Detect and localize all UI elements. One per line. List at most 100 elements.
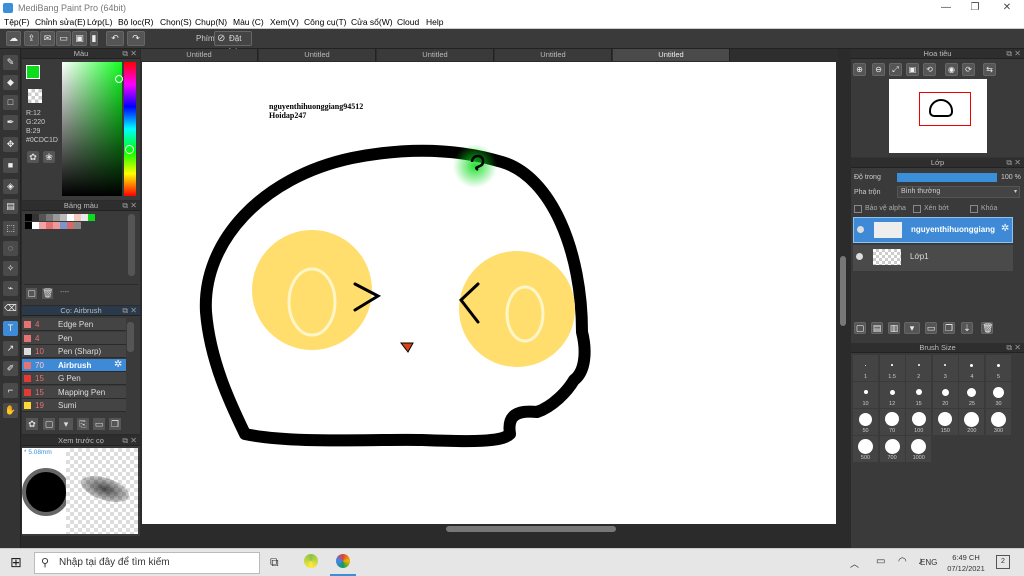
menu-edit[interactable]: Chỉnh sửa(E) xyxy=(35,17,86,27)
new-palette-icon[interactable]: ▢ xyxy=(26,288,37,299)
palette-swatch[interactable] xyxy=(67,214,74,221)
protect-alpha-checkbox[interactable] xyxy=(854,205,862,213)
panel-menu-icon[interactable]: ⧉ ✕ xyxy=(122,436,137,446)
stepper-icon[interactable]: ▮ xyxy=(90,31,98,46)
brush-size-cell[interactable]: 30 xyxy=(986,382,1011,408)
foreground-color[interactable] xyxy=(26,65,40,79)
brush-size-cell[interactable]: 50 xyxy=(853,409,878,435)
layer-row[interactable]: Lớp1 xyxy=(853,245,1013,271)
palette-icon[interactable]: ✿ xyxy=(27,151,39,163)
add-brush-icon[interactable]: ▾ xyxy=(59,418,73,430)
gear-icon[interactable]: ✲ xyxy=(1001,223,1009,234)
brush-scrollbar[interactable] xyxy=(127,322,134,352)
actual-size-icon[interactable]: ▣ xyxy=(906,63,919,76)
palette-swatch[interactable] xyxy=(53,222,60,229)
copy-brush-icon[interactable]: ❐ xyxy=(109,418,121,430)
menu-layer[interactable]: Lớp(L) xyxy=(87,17,112,27)
monitor-icon[interactable]: ▭ xyxy=(56,31,71,46)
clock[interactable]: 6:49 CH 07/12/2021 xyxy=(946,552,986,574)
lasso-icon[interactable]: ◌ xyxy=(3,241,18,256)
lang-indicator[interactable]: ENG xyxy=(920,558,937,567)
windows-start-icon[interactable]: ⊞ xyxy=(10,555,22,569)
brush-item[interactable]: 19 Sumi xyxy=(22,399,126,412)
menu-view[interactable]: Xem(V) xyxy=(270,17,299,27)
eraser-tool-icon[interactable]: ◆ xyxy=(3,75,18,90)
network-icon[interactable]: ▭ xyxy=(876,556,885,567)
menu-help[interactable]: Help xyxy=(426,17,443,27)
brush-size-cell[interactable]: 1000 xyxy=(906,436,932,462)
delete-layer-icon[interactable]: 🗑 xyxy=(981,322,993,334)
palette-swatch[interactable] xyxy=(53,214,60,221)
palette-swatch[interactable] xyxy=(25,214,32,221)
app-icon-1[interactable] xyxy=(304,554,318,568)
panel-menu-icon[interactable]: ⧉ ✕ xyxy=(122,49,137,59)
rotate-left-icon[interactable]: ⟲ xyxy=(923,63,936,76)
menu-color[interactable]: Màu (C) xyxy=(233,17,264,27)
brush-size-cell[interactable]: 150 xyxy=(932,409,958,435)
brush-size-cell[interactable]: 12 xyxy=(879,382,905,408)
bucket-tool-icon[interactable]: ◈ xyxy=(3,179,18,194)
brush-size-cell[interactable]: 15 xyxy=(906,382,932,408)
brush-size-cell[interactable]: 500 xyxy=(853,436,878,462)
palette-scrollbar[interactable] xyxy=(128,214,135,276)
fit-icon[interactable]: ⤢ xyxy=(889,63,902,76)
palette-swatch[interactable] xyxy=(46,214,53,221)
gradient-tool-icon[interactable]: ▤ xyxy=(3,199,18,214)
blend-mode-select[interactable]: Bình thường ▾ xyxy=(897,186,1020,198)
tab-untitled-1[interactable]: Untitled xyxy=(141,49,258,61)
transparent-color[interactable] xyxy=(28,89,42,103)
zoom-out-icon[interactable]: ⊖ xyxy=(872,63,885,76)
magic-wand-icon[interactable]: ✧ xyxy=(3,261,18,276)
notification-icon[interactable]: 2 xyxy=(996,555,1010,569)
hue-slider[interactable] xyxy=(124,62,136,196)
brush-size-cell[interactable]: 200 xyxy=(959,409,985,435)
duplicate-layer-icon[interactable]: ❐ xyxy=(943,322,955,334)
horizontal-scrollbar[interactable] xyxy=(446,526,616,532)
operation-tool-icon[interactable]: ↗ xyxy=(3,341,18,356)
new-halftone-layer-icon[interactable]: ▤ xyxy=(871,322,883,334)
brush-size-cell[interactable]: 4 xyxy=(959,355,985,381)
palette-swatch[interactable] xyxy=(60,222,67,229)
menu-file[interactable]: Tệp(F) xyxy=(4,17,30,27)
brush-item[interactable]: 4 Edge Pen xyxy=(22,318,126,331)
eyedropper-icon[interactable]: ⌐ xyxy=(3,383,18,398)
brush-tool-icon[interactable]: ✎ xyxy=(3,55,18,70)
brush-item[interactable]: 15 G Pen xyxy=(22,372,126,385)
new-8bit-layer-icon[interactable]: ▥ xyxy=(888,322,900,334)
select-eraser-icon[interactable]: ⌫ xyxy=(3,301,18,316)
select-pen-icon[interactable]: ⌁ xyxy=(3,281,18,296)
brush-size-cell[interactable]: 300 xyxy=(986,409,1011,435)
rect-tool-icon[interactable]: □ xyxy=(3,95,18,110)
palette-swatch[interactable] xyxy=(39,214,46,221)
brush-size-cell[interactable]: 5 xyxy=(986,355,1011,381)
tab-untitled-3[interactable]: Untitled xyxy=(377,49,494,61)
palette-swatch[interactable] xyxy=(25,222,32,229)
lock-checkbox[interactable] xyxy=(970,205,978,213)
redo-icon[interactable]: ↷ xyxy=(127,31,145,46)
palette-swatch[interactable] xyxy=(32,214,39,221)
menu-tools[interactable]: Công cụ(T) xyxy=(304,17,347,27)
close-icon[interactable]: ✕ xyxy=(1001,2,1013,14)
panel-menu-icon[interactable]: ⧉ ✕ xyxy=(122,201,137,211)
brush-size-cell[interactable]: 700 xyxy=(879,436,905,462)
panel-menu-icon[interactable]: ⧉ ✕ xyxy=(1006,158,1021,168)
menu-window[interactable]: Cửa sổ(W) xyxy=(351,17,393,27)
layer-row[interactable]: nguyenthihuonggiang ✲ xyxy=(853,217,1013,243)
brush-size-cell[interactable]: 1 xyxy=(853,355,878,381)
minimize-icon[interactable]: — xyxy=(940,2,952,14)
palette-swatch[interactable] xyxy=(39,222,46,229)
hand-tool-icon[interactable]: ✋ xyxy=(3,403,18,418)
delete-palette-icon[interactable]: 🗑 xyxy=(42,288,53,299)
brush-size-cell[interactable]: 100 xyxy=(906,409,932,435)
divide-tool-icon[interactable]: ✐ xyxy=(3,361,18,376)
cloud-icon[interactable]: ☁ xyxy=(6,31,21,46)
palette-swatch[interactable] xyxy=(32,222,39,229)
chevron-up-icon[interactable]: ︿ xyxy=(850,557,859,570)
zoom-in-icon[interactable]: ⊕ xyxy=(853,63,866,76)
palette-swatch[interactable] xyxy=(46,222,53,229)
reset-rotate-icon[interactable]: ◉ xyxy=(945,63,958,76)
menu-cloud[interactable]: Cloud xyxy=(397,17,419,27)
brush-size-cell[interactable]: 20 xyxy=(932,382,958,408)
brush-size-cell[interactable]: 25 xyxy=(959,382,985,408)
palette-swatch[interactable] xyxy=(74,214,81,221)
